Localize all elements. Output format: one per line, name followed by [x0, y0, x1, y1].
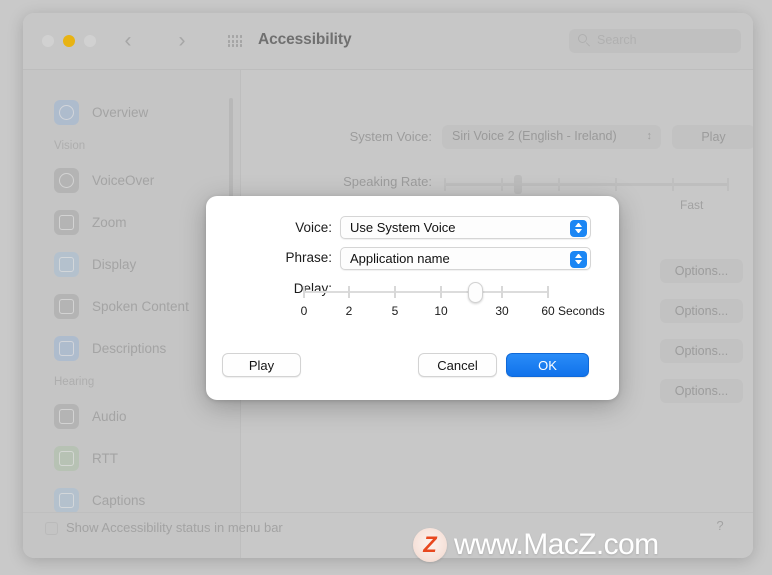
- sidebar-item-label: Spoken Content: [92, 298, 189, 314]
- back-arrow-icon[interactable]: ‹: [117, 30, 139, 52]
- rate-tick: [444, 178, 446, 191]
- sheet-play-button[interactable]: Play: [222, 353, 301, 377]
- system-voice-value: Siri Voice 2 (English - Ireland): [452, 129, 617, 143]
- speaking-rate-fast-label: Fast: [680, 198, 704, 212]
- show-status-checkbox[interactable]: [45, 522, 58, 535]
- delay-tick: [348, 286, 350, 298]
- watermark-text: www.MacZ.com: [454, 528, 659, 561]
- delay-slider-track: [303, 291, 549, 293]
- page-title: Accessibility: [258, 31, 352, 48]
- options-button-label: Options...: [674, 384, 729, 398]
- delay-tick: [440, 286, 442, 298]
- sidebar-item-label: Display: [92, 256, 137, 272]
- sidebar-item-label: Audio: [92, 408, 127, 424]
- macz-logo-icon: Z: [413, 528, 447, 562]
- chevron-updown-icon[interactable]: [570, 250, 587, 268]
- forward-arrow-icon[interactable]: ›: [171, 30, 193, 52]
- voiceover-icon: [54, 167, 79, 193]
- speaking-rate-label: Speaking Rate:: [343, 174, 432, 189]
- sidebar-item-label: Zoom: [92, 214, 127, 230]
- rate-tick: [727, 178, 729, 191]
- options-button-1[interactable]: Options...: [660, 259, 743, 283]
- sidebar-item-overview[interactable]: Overview: [23, 91, 241, 133]
- audio-icon: [54, 403, 79, 429]
- help-button[interactable]: ?: [711, 517, 729, 535]
- search-input[interactable]: Search: [569, 29, 741, 53]
- chevron-updown-icon: ↕: [646, 130, 653, 142]
- delay-slider[interactable]: 0 2 5 10 30 60: [301, 278, 555, 318]
- phrase-popup-button[interactable]: Application name: [340, 247, 591, 270]
- system-voice-play-button[interactable]: Play: [672, 125, 753, 149]
- minimize-button[interactable]: [63, 35, 75, 47]
- phrase-label: Phrase:: [285, 250, 332, 265]
- sheet-cancel-button[interactable]: Cancel: [418, 353, 497, 377]
- zoom-icon: [54, 209, 79, 235]
- options-button-3[interactable]: Options...: [660, 339, 743, 363]
- speak-announcements-options-sheet: Voice: Use System Voice Phrase: Applicat…: [206, 196, 619, 400]
- delay-tick-label: 5: [391, 304, 399, 318]
- rtt-icon: [54, 445, 79, 471]
- delay-tick-label: 2: [345, 304, 353, 318]
- voice-label: Voice:: [295, 220, 332, 235]
- macz-logo-letter: Z: [423, 532, 437, 557]
- close-button[interactable]: [42, 35, 54, 47]
- watermark: Z www.MacZ.com: [413, 528, 659, 562]
- sidebar-item-rtt[interactable]: RTT: [23, 437, 241, 479]
- window-titlebar: ‹ › Accessibility Search: [23, 13, 753, 70]
- show-status-label: Show Accessibility status in menu bar: [66, 520, 283, 535]
- options-button-label: Options...: [674, 264, 729, 278]
- sheet-ok-button[interactable]: OK: [506, 353, 589, 377]
- delay-slider-thumb[interactable]: [468, 282, 483, 303]
- spoken-content-icon: [54, 293, 79, 319]
- system-voice-popup[interactable]: Siri Voice 2 (English - Ireland) ↕: [442, 125, 661, 149]
- descriptions-icon: [54, 335, 79, 361]
- options-button-label: Options...: [674, 344, 729, 358]
- screenshot-root: ‹ › Accessibility Search Overview Vision…: [0, 0, 772, 575]
- options-button-label: Options...: [674, 304, 729, 318]
- delay-unit-label: Seconds: [558, 304, 605, 318]
- sidebar-item-audio[interactable]: Audio: [23, 395, 241, 437]
- sidebar-item-label: VoiceOver: [92, 172, 155, 188]
- delay-tick: [303, 286, 305, 298]
- rate-tick: [615, 178, 617, 191]
- delay-tick-label: 10: [434, 304, 448, 318]
- delay-tick-label: 0: [300, 304, 308, 318]
- search-icon: [578, 34, 591, 47]
- rate-tick: [672, 178, 674, 191]
- delay-tick: [501, 286, 503, 298]
- delay-tick: [547, 286, 549, 298]
- show-all-grid-icon[interactable]: [228, 35, 242, 47]
- voice-popup-button[interactable]: Use System Voice: [340, 216, 591, 239]
- sidebar-item-label: Captions: [92, 492, 146, 508]
- speaking-rate-slider[interactable]: [444, 183, 729, 186]
- search-placeholder: Search: [597, 33, 637, 47]
- sidebar-item-label: Overview: [92, 104, 149, 120]
- phrase-value: Application name: [350, 251, 450, 266]
- speaking-rate-thumb[interactable]: [514, 175, 522, 194]
- sidebar-item-voiceover[interactable]: VoiceOver: [23, 159, 241, 201]
- sidebar-item-label: RTT: [92, 450, 118, 466]
- rate-tick: [501, 178, 503, 191]
- sidebar-item-label: Descriptions: [92, 340, 167, 356]
- system-preferences-window: ‹ › Accessibility Search Overview Vision…: [23, 13, 753, 558]
- chevron-updown-icon[interactable]: [570, 219, 587, 237]
- zoom-button[interactable]: [84, 35, 96, 47]
- captions-icon: [54, 487, 79, 513]
- options-button-2[interactable]: Options...: [660, 299, 743, 323]
- sidebar-header-vision: Vision: [54, 140, 86, 152]
- system-voice-label: System Voice:: [349, 129, 432, 144]
- delay-tick: [394, 286, 396, 298]
- delay-tick-label: 30: [495, 304, 509, 318]
- display-icon: [54, 251, 79, 277]
- rate-tick: [558, 178, 560, 191]
- options-button-4[interactable]: Options...: [660, 379, 743, 403]
- overview-icon: [54, 99, 79, 125]
- system-voice-row: System Voice: Siri Voice 2 (English - Ir…: [242, 125, 753, 149]
- voice-value: Use System Voice: [350, 220, 456, 235]
- play-button-label: Play: [701, 130, 726, 144]
